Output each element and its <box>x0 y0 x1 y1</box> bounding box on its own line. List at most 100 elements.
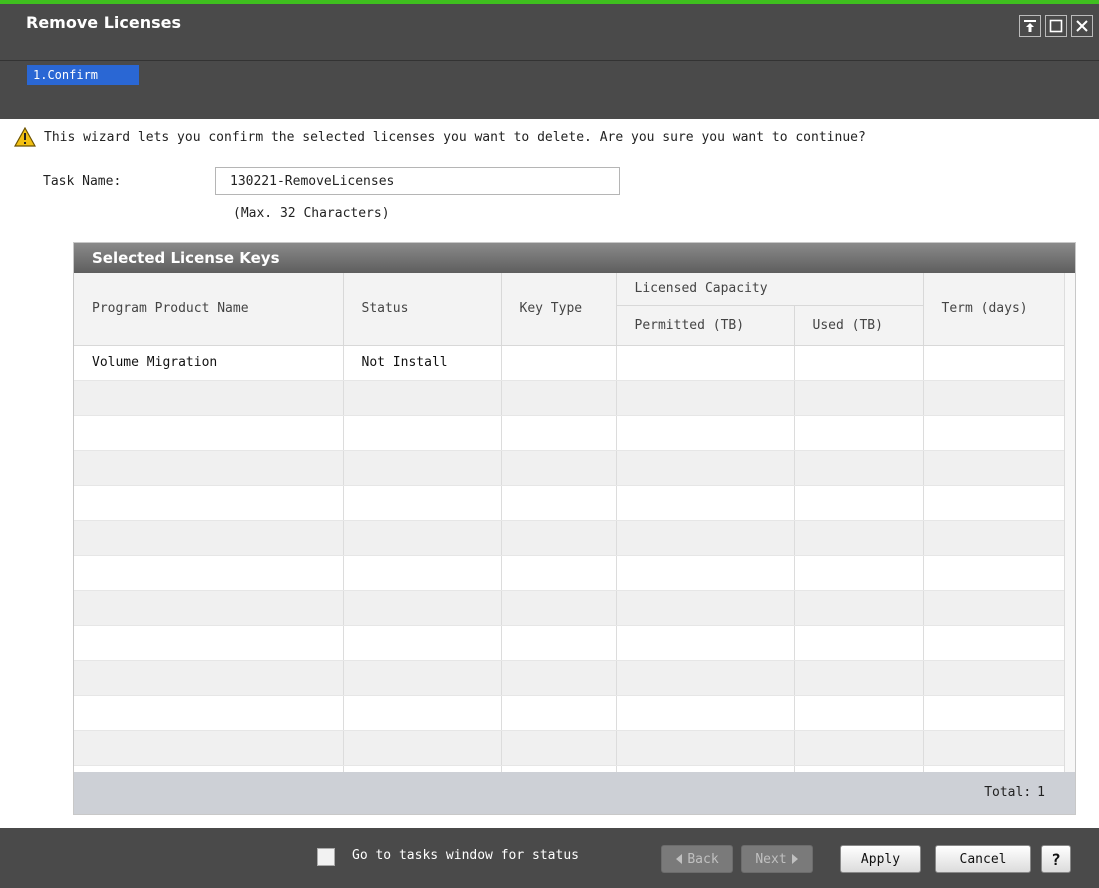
window-controls <box>1019 15 1093 37</box>
empty-cell <box>501 520 617 556</box>
pin-icon[interactable] <box>1019 15 1041 37</box>
task-name-hint: (Max. 32 Characters) <box>233 206 390 221</box>
empty-cell <box>794 625 924 661</box>
col-key-type[interactable]: Key Type <box>501 273 617 346</box>
task-name-input[interactable] <box>215 167 620 195</box>
empty-cell <box>501 415 617 451</box>
empty-cell <box>74 380 344 416</box>
empty-cell <box>501 625 617 661</box>
table-row[interactable]: Volume Migration Not Install <box>74 345 1067 381</box>
empty-cell <box>794 590 924 626</box>
empty-cell <box>74 590 344 626</box>
chevron-left-icon <box>676 854 683 864</box>
empty-cell <box>501 380 617 416</box>
warning-icon <box>14 127 36 147</box>
empty-cell <box>343 450 502 486</box>
cell-key-type <box>501 345 617 381</box>
cancel-button[interactable]: Cancel <box>935 845 1031 873</box>
maximize-icon[interactable] <box>1045 15 1067 37</box>
col-program-product-name[interactable]: Program Product Name <box>74 273 344 346</box>
chevron-right-icon <box>791 854 798 864</box>
empty-cell <box>616 695 795 731</box>
empty-cell <box>923 660 1067 696</box>
col-used[interactable]: Used (TB) <box>794 305 924 346</box>
empty-cell <box>74 660 344 696</box>
selected-license-keys-panel: Selected License Keys Program Product Na… <box>73 242 1076 815</box>
next-button[interactable]: Next <box>741 845 813 873</box>
window-title: Remove Licenses <box>26 13 181 32</box>
empty-cell <box>343 485 502 521</box>
empty-cell <box>923 555 1067 591</box>
total-value: 1 <box>1037 785 1045 800</box>
empty-cell <box>501 730 617 766</box>
tasks-window-checkbox[interactable] <box>317 848 335 866</box>
empty-cell <box>501 555 617 591</box>
empty-cell <box>343 625 502 661</box>
col-permitted[interactable]: Permitted (TB) <box>616 305 795 346</box>
cell-status: Not Install <box>343 345 502 381</box>
back-button[interactable]: Back <box>661 845 733 873</box>
empty-cell <box>616 555 795 591</box>
table-scrollbar[interactable] <box>1064 273 1075 783</box>
empty-cell <box>74 520 344 556</box>
empty-cell <box>74 695 344 731</box>
empty-row <box>74 380 1067 416</box>
empty-cell <box>343 380 502 416</box>
empty-cell <box>794 660 924 696</box>
total-count: Total: 1 <box>978 785 1045 800</box>
empty-row <box>74 660 1067 696</box>
empty-cell <box>74 485 344 521</box>
tasks-window-checkbox-label[interactable]: Go to tasks window for status <box>352 848 579 863</box>
empty-row <box>74 695 1067 731</box>
wizard-footer: Go to tasks window for status Back Next … <box>0 828 1099 888</box>
empty-cell <box>794 730 924 766</box>
empty-cell <box>616 415 795 451</box>
empty-cell <box>343 695 502 731</box>
empty-cell <box>923 450 1067 486</box>
empty-cell <box>501 450 617 486</box>
empty-cell <box>74 625 344 661</box>
close-icon[interactable] <box>1071 15 1093 37</box>
panel-title: Selected License Keys <box>74 243 1075 273</box>
empty-cell <box>501 695 617 731</box>
empty-row <box>74 625 1067 661</box>
empty-cell <box>616 380 795 416</box>
empty-cell <box>74 450 344 486</box>
empty-cell <box>343 555 502 591</box>
empty-row <box>74 415 1067 451</box>
window-titlebar: Remove Licenses <box>0 4 1099 60</box>
empty-row <box>74 520 1067 556</box>
warning-message: This wizard lets you confirm the selecte… <box>14 127 866 147</box>
empty-cell <box>923 415 1067 451</box>
empty-cell <box>74 415 344 451</box>
empty-cell <box>616 730 795 766</box>
empty-cell <box>616 625 795 661</box>
empty-cell <box>616 485 795 521</box>
col-term[interactable]: Term (days) <box>923 273 1067 346</box>
apply-button[interactable]: Apply <box>840 845 921 873</box>
next-button-label: Next <box>755 851 787 867</box>
license-table-body: Volume Migration Not Install <box>74 345 1067 801</box>
total-label: Total: <box>984 785 1032 800</box>
empty-row <box>74 485 1067 521</box>
empty-cell <box>74 730 344 766</box>
empty-row <box>74 555 1067 591</box>
empty-cell <box>343 590 502 626</box>
wizard-steps: 1.Confirm <box>0 60 1099 119</box>
empty-row <box>74 450 1067 486</box>
empty-cell <box>794 520 924 556</box>
table-footer: Total: 1 <box>74 772 1075 814</box>
empty-cell <box>616 660 795 696</box>
empty-cell <box>923 380 1067 416</box>
cell-used <box>794 345 924 381</box>
empty-cell <box>343 520 502 556</box>
step-confirm: 1.Confirm <box>27 65 139 85</box>
empty-cell <box>794 555 924 591</box>
empty-cell <box>923 485 1067 521</box>
empty-cell <box>794 485 924 521</box>
empty-cell <box>794 380 924 416</box>
col-status[interactable]: Status <box>343 273 502 346</box>
empty-cell <box>343 660 502 696</box>
task-name-label: Task Name: <box>43 174 122 189</box>
help-button[interactable]: ? <box>1041 845 1071 873</box>
